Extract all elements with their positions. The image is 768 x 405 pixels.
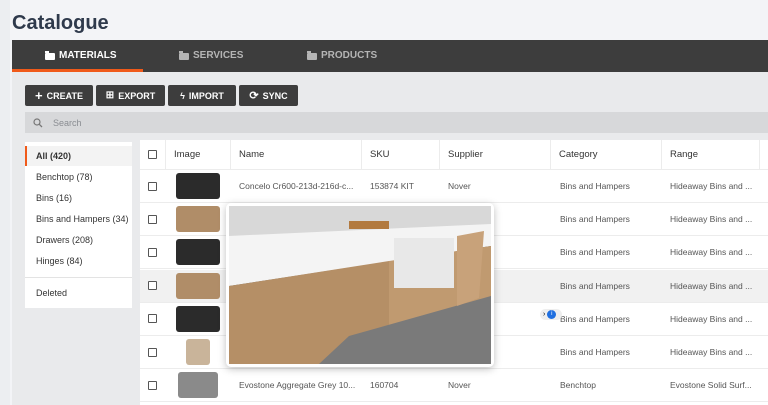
row-sku: 160704 — [370, 380, 399, 391]
row-category: Bins and Hampers — [560, 247, 630, 258]
tab-label: SERVICES — [193, 50, 244, 61]
category-sidebar: All (420) Benchtop (78) Bins (16) Bins a… — [25, 142, 132, 308]
row-checkbox[interactable] — [148, 236, 157, 268]
sidebar-item-hinges[interactable]: Hinges (84) — [25, 251, 132, 271]
row-category: Bins and Hampers — [560, 280, 630, 291]
row-thumbnail[interactable] — [186, 336, 210, 368]
row-range: Hideaway Bins and ... — [670, 347, 753, 357]
header-image[interactable]: Image — [166, 140, 231, 169]
import-label: IMPORT — [188, 90, 224, 101]
export-label: EXPORT — [118, 90, 156, 101]
folder-icon — [179, 50, 189, 60]
divider — [25, 277, 132, 278]
row-checkbox[interactable] — [148, 203, 157, 235]
search-input[interactable]: Search — [25, 112, 768, 133]
row-category: Bins and Hampers — [560, 214, 630, 225]
header-category[interactable]: Category — [551, 140, 662, 169]
chevron-right-icon: › — [543, 311, 546, 318]
row-thumbnail[interactable] — [176, 303, 220, 335]
plus-icon: + — [35, 88, 43, 103]
export-button[interactable]: ⊞ EXPORT — [96, 85, 165, 106]
info-icon: i — [547, 310, 557, 319]
sidebar-item-drawers[interactable]: Drawers (208) — [25, 230, 132, 250]
sync-icon: ⟳ — [249, 90, 259, 102]
folder-icon — [307, 50, 317, 60]
row-range: Hideaway Bins and ... — [670, 214, 753, 225]
create-button[interactable]: + CREATE — [25, 85, 93, 106]
kitchen-bin-preview-image — [229, 206, 491, 364]
left-edge — [0, 0, 10, 405]
sidebar-item-benchtop[interactable]: Benchtop (78) — [25, 167, 132, 187]
header-supplier[interactable]: Supplier — [440, 140, 551, 169]
table-row[interactable]: Evostone Aggregate Grey 10... 160704 Nov… — [140, 369, 768, 403]
row-range: Hideaway Bins and ... — [670, 313, 753, 324]
table-header: Image Name SKU Supplier Category Range — [140, 140, 768, 170]
row-checkbox[interactable] — [148, 170, 157, 202]
sidebar-item-deleted[interactable]: Deleted — [25, 283, 132, 303]
tab-bar: MATERIALS SERVICES PRODUCTS — [12, 40, 768, 72]
sidebar-item-bins[interactable]: Bins (16) — [25, 188, 132, 208]
expand-info-toggle[interactable]: › i — [540, 309, 562, 320]
header-sku[interactable]: SKU — [362, 140, 440, 169]
row-thumbnail[interactable] — [176, 203, 220, 235]
sync-button[interactable]: ⟳ SYNC — [239, 85, 298, 106]
row-supplier: Nover — [448, 380, 471, 391]
sidebar-item-bins-and-hampers[interactable]: Bins and Hampers (34) — [25, 209, 132, 229]
row-thumbnail[interactable] — [178, 369, 218, 401]
row-checkbox[interactable] — [148, 303, 157, 335]
row-category: Bins and Hampers — [560, 313, 630, 324]
tab-label: MATERIALS — [59, 50, 117, 61]
row-name: Evostone Aggregate Grey 10... — [239, 380, 356, 391]
row-category: Bins and Hampers — [560, 181, 630, 191]
row-thumbnail[interactable] — [176, 236, 220, 268]
row-range: Evostone Solid Surf... — [670, 380, 752, 391]
row-thumbnail[interactable] — [176, 270, 220, 302]
header-range[interactable]: Range — [662, 140, 760, 169]
page-title: Catalogue — [12, 12, 109, 34]
tab-label: PRODUCTS — [321, 50, 378, 61]
create-label: CREATE — [46, 90, 83, 101]
search-placeholder: Search — [53, 117, 82, 128]
row-category: Benchtop — [560, 380, 596, 391]
row-range: Hideaway Bins and ... — [670, 247, 753, 258]
row-supplier: Nover — [448, 181, 471, 191]
row-sku: 153874 KIT — [370, 181, 414, 191]
row-checkbox[interactable] — [148, 336, 157, 368]
sync-label: SYNC — [262, 90, 288, 101]
header-name[interactable]: Name — [231, 140, 362, 169]
image-preview-popup — [226, 203, 494, 367]
select-all-checkbox[interactable] — [140, 140, 166, 169]
row-name: Concelo Cr600-213d-216d-c... — [239, 181, 354, 191]
row-range: Hideaway Bins and ... — [670, 280, 753, 291]
row-category: Bins and Hampers — [560, 347, 630, 357]
table-row[interactable]: Concelo Cr600-213d-216d-c... 153874 KIT … — [140, 170, 768, 203]
tab-products[interactable]: PRODUCTS — [307, 40, 377, 72]
tab-materials[interactable]: MATERIALS — [45, 40, 117, 72]
row-checkbox[interactable] — [148, 369, 157, 401]
import-button[interactable]: ϟ IMPORT — [168, 85, 236, 106]
row-range: Hideaway Bins and ... — [670, 181, 753, 191]
bolt-icon: ϟ — [180, 90, 185, 101]
table-icon: ⊞ — [105, 90, 115, 101]
tab-services[interactable]: SERVICES — [179, 40, 243, 72]
search-icon — [33, 117, 43, 127]
folder-icon — [45, 50, 55, 60]
row-checkbox[interactable] — [148, 270, 157, 302]
sidebar-item-all[interactable]: All (420) — [25, 146, 132, 166]
row-thumbnail[interactable] — [176, 170, 220, 202]
